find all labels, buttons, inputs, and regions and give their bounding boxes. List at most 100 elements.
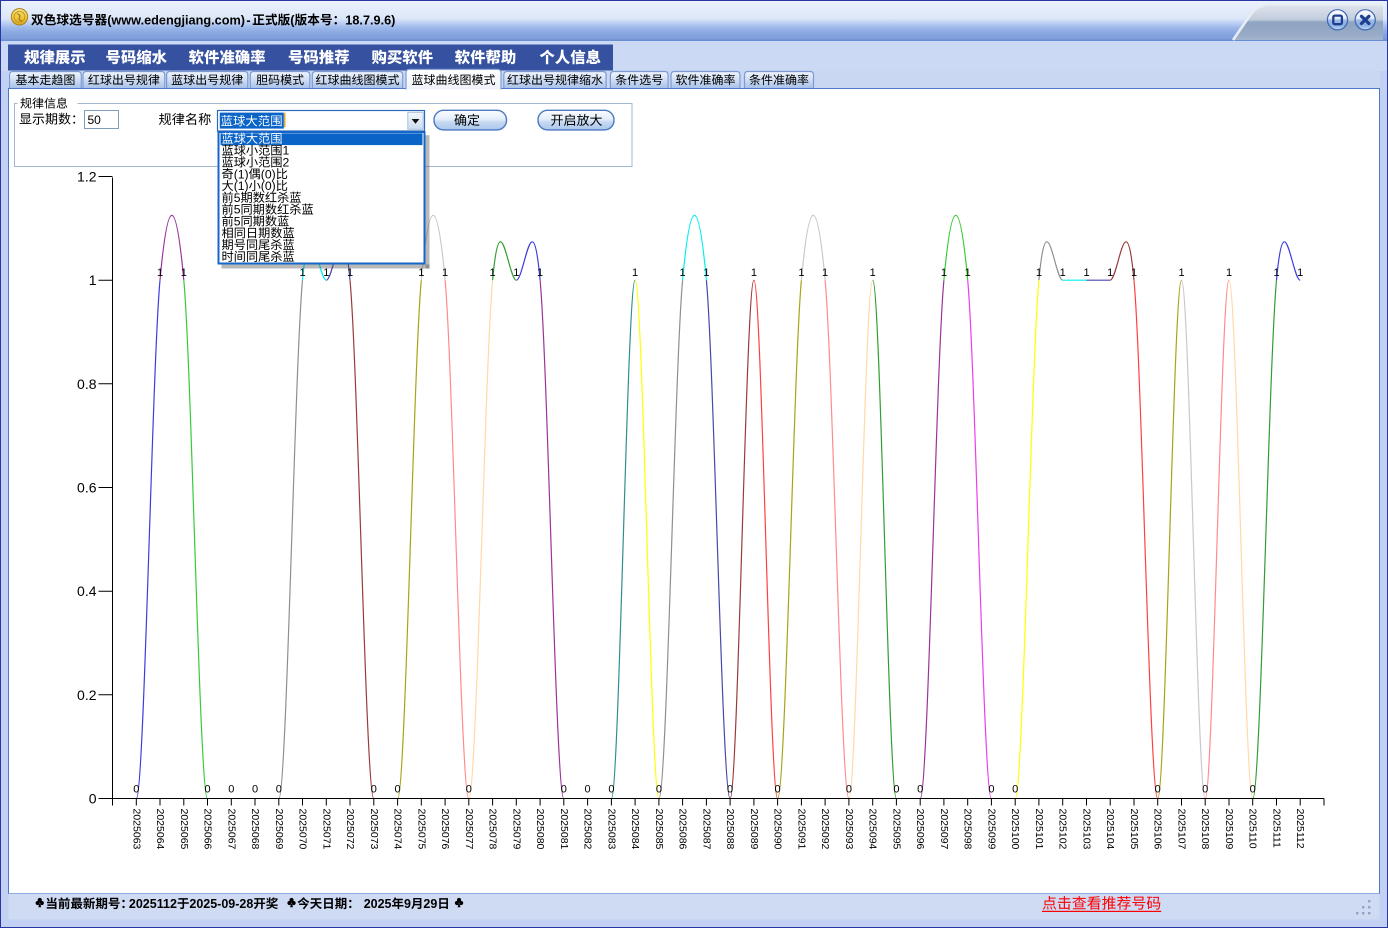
svg-text:0: 0 <box>917 783 923 795</box>
svg-text:9: 9 <box>404 897 411 911</box>
svg-text:1: 1 <box>181 267 187 279</box>
svg-text:0: 0 <box>846 783 852 795</box>
svg-text:0: 0 <box>775 783 781 795</box>
svg-text:18.7.9.6): 18.7.9.6) <box>345 13 395 27</box>
svg-text:1: 1 <box>418 267 424 279</box>
svg-text:1: 1 <box>1178 267 1184 279</box>
svg-text:0: 0 <box>204 783 210 795</box>
svg-text:2025104: 2025104 <box>1104 809 1116 850</box>
svg-text:0: 0 <box>133 783 139 795</box>
svg-text:2025100: 2025100 <box>1009 809 1021 850</box>
svg-text:2025093: 2025093 <box>843 809 855 850</box>
svg-text:2025102: 2025102 <box>1057 809 1069 850</box>
svg-text:0: 0 <box>988 783 994 795</box>
svg-text:2025085: 2025085 <box>653 809 665 850</box>
svg-text:29: 29 <box>423 897 437 911</box>
svg-text:2025080: 2025080 <box>534 809 546 850</box>
svg-text:2025086: 2025086 <box>677 809 689 850</box>
svg-text:1: 1 <box>1297 267 1303 279</box>
svg-text:2025073: 2025073 <box>368 809 380 850</box>
svg-text:2025-09-28: 2025-09-28 <box>189 897 253 911</box>
svg-text:2025094: 2025094 <box>867 809 879 850</box>
svg-text:0: 0 <box>466 783 472 795</box>
svg-text:0: 0 <box>395 783 401 795</box>
svg-text:2025075: 2025075 <box>415 809 427 850</box>
svg-text:2025106: 2025106 <box>1152 809 1164 850</box>
svg-text:2025074: 2025074 <box>392 809 404 850</box>
svg-text:1: 1 <box>537 267 543 279</box>
svg-text:1: 1 <box>822 267 828 279</box>
svg-text:2025072: 2025072 <box>344 809 356 850</box>
svg-text:2025105: 2025105 <box>1128 809 1140 850</box>
svg-text:2025: 2025 <box>364 897 392 911</box>
svg-text:0: 0 <box>252 783 258 795</box>
svg-text:0: 0 <box>371 783 377 795</box>
svg-text:2025111: 2025111 <box>1271 809 1283 848</box>
svg-text:2025091: 2025091 <box>795 809 807 850</box>
svg-text:1: 1 <box>632 267 638 279</box>
svg-text:2025079: 2025079 <box>510 809 522 850</box>
svg-text:0: 0 <box>893 783 899 795</box>
svg-text:2025092: 2025092 <box>819 809 831 850</box>
svg-text:1: 1 <box>965 267 971 279</box>
svg-text:2025069: 2025069 <box>273 809 285 850</box>
svg-text:2025097: 2025097 <box>938 809 950 850</box>
svg-text:2025084: 2025084 <box>629 809 641 850</box>
svg-text:2025064: 2025064 <box>154 809 166 850</box>
svg-text:2025067: 2025067 <box>225 809 237 850</box>
svg-text:1: 1 <box>1273 267 1279 279</box>
svg-text:1: 1 <box>299 267 305 279</box>
svg-text:2025089: 2025089 <box>748 809 760 850</box>
svg-text:0: 0 <box>1012 783 1018 795</box>
svg-text:2025065: 2025065 <box>178 809 190 850</box>
svg-text:(www.edengjiang.com): (www.edengjiang.com) <box>107 13 245 27</box>
svg-text:0.8: 0.8 <box>77 376 97 392</box>
svg-text:2: 2 <box>283 156 290 170</box>
svg-text:2025076: 2025076 <box>439 809 451 850</box>
svg-text:2025098: 2025098 <box>962 809 974 850</box>
svg-text:(0): (0) <box>261 179 276 193</box>
svg-text:1.2: 1.2 <box>77 169 97 185</box>
svg-text:2025071: 2025071 <box>320 809 332 850</box>
svg-text:50: 50 <box>88 113 102 127</box>
svg-text:0: 0 <box>1155 783 1161 795</box>
svg-text:1: 1 <box>442 267 448 279</box>
svg-text:2025095: 2025095 <box>890 809 902 850</box>
svg-text:1: 1 <box>347 267 353 279</box>
svg-text:5: 5 <box>234 215 241 229</box>
svg-text:1: 1 <box>89 272 97 288</box>
svg-text:1: 1 <box>323 267 329 279</box>
svg-text:2025088: 2025088 <box>724 809 736 850</box>
svg-text:2025078: 2025078 <box>487 809 499 850</box>
svg-text:1: 1 <box>513 267 519 279</box>
svg-text:0: 0 <box>228 783 234 795</box>
svg-text:2025112: 2025112 <box>129 897 177 911</box>
svg-text:2025108: 2025108 <box>1199 809 1211 850</box>
svg-text:0: 0 <box>727 783 733 795</box>
svg-text:1: 1 <box>703 267 709 279</box>
svg-text:1: 1 <box>490 267 496 279</box>
svg-text:2025068: 2025068 <box>249 809 261 850</box>
svg-text:2025103: 2025103 <box>1081 809 1093 850</box>
svg-text:2025066: 2025066 <box>202 809 214 850</box>
svg-text:1: 1 <box>870 267 876 279</box>
svg-text:2025110: 2025110 <box>1247 809 1259 849</box>
svg-text:2025107: 2025107 <box>1176 809 1188 850</box>
svg-text:2025063: 2025063 <box>130 809 142 850</box>
svg-text:2025099: 2025099 <box>985 809 997 850</box>
svg-text:0: 0 <box>656 783 662 795</box>
svg-text:2025096: 2025096 <box>914 809 926 850</box>
svg-text:1: 1 <box>157 267 163 279</box>
svg-text:0: 0 <box>276 783 282 795</box>
svg-text:2025090: 2025090 <box>772 809 784 850</box>
svg-text:2025101: 2025101 <box>1033 809 1045 850</box>
svg-text:1: 1 <box>1107 267 1113 279</box>
svg-text:2025070: 2025070 <box>297 809 309 850</box>
svg-text:0: 0 <box>608 783 614 795</box>
svg-text:2025087: 2025087 <box>700 809 712 850</box>
svg-text:1: 1 <box>1131 267 1137 279</box>
svg-text:0.6: 0.6 <box>77 480 97 496</box>
svg-text:1: 1 <box>680 267 686 279</box>
svg-text:1: 1 <box>798 267 804 279</box>
svg-text:0: 0 <box>1202 783 1208 795</box>
